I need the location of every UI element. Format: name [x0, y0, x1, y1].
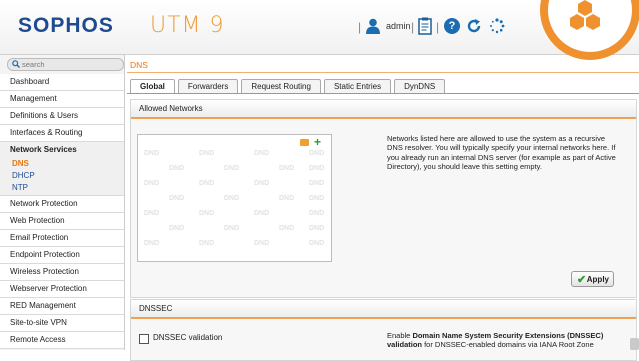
dnd-watermark: DND: [279, 165, 295, 172]
apply-button[interactable]: ✔ Apply: [571, 271, 614, 287]
dnssec-validation-checkbox[interactable]: [139, 334, 149, 344]
dnd-watermark: DND: [309, 150, 325, 157]
header-separator: |: [436, 20, 440, 34]
tab-forwarders[interactable]: Forwarders: [177, 79, 239, 93]
header-separator: |: [411, 20, 415, 34]
sidebar-item-wireless-protection[interactable]: Wireless Protection: [0, 264, 124, 281]
dnd-watermark: DND: [199, 240, 215, 247]
dnd-watermark: DND: [309, 180, 325, 187]
sidebar-subitem-ntp[interactable]: NTP: [0, 182, 124, 196]
sidebar-item-remote-access[interactable]: Remote Access: [0, 332, 124, 349]
dnd-watermark: DND: [144, 210, 160, 217]
dnd-watermark: DND: [144, 180, 160, 187]
dnd-watermark: DND: [224, 195, 240, 202]
sidebar-item-management[interactable]: Management: [0, 91, 124, 108]
tab-divider: [127, 93, 639, 94]
dnd-watermark: DND: [224, 165, 240, 172]
sidebar-item-network-protection[interactable]: Network Protection: [0, 196, 124, 213]
dnd-watermark: DND: [309, 210, 325, 217]
dnd-watermark: DND: [309, 225, 325, 232]
sidebar-subitem-dhcp[interactable]: DHCP: [0, 170, 124, 182]
tab-global[interactable]: Global: [130, 79, 175, 93]
apply-label: Apply: [586, 275, 609, 284]
sidebar-item-web-protection[interactable]: Web Protection: [0, 213, 124, 230]
tab-request-routing[interactable]: Request Routing: [241, 79, 321, 93]
dnssec-description-prefix: Enable: [387, 331, 413, 340]
dnd-watermark: DND: [279, 195, 295, 202]
dnd-watermark: DND: [169, 195, 185, 202]
top-header: SOPHOS UTM 9 | admin | | ?: [0, 0, 639, 60]
reload-icon[interactable]: [466, 18, 482, 34]
sidebar-item-network-services[interactable]: Network Services: [0, 142, 124, 158]
tab-dyndns[interactable]: DynDNS: [394, 79, 446, 93]
dnd-watermark: DND: [279, 225, 295, 232]
user-icon[interactable]: [366, 18, 380, 34]
dnssec-description: Enable Domain Name System Security Exten…: [387, 331, 619, 350]
page-title: DNS: [127, 58, 639, 73]
allowed-networks-help: Networks listed here are allowed to use …: [387, 134, 616, 172]
sidebar-item-email-protection[interactable]: Email Protection: [0, 230, 124, 247]
dnd-watermark: DND: [199, 180, 215, 187]
dnd-watermark: DND: [144, 150, 160, 157]
dnd-watermark: DND: [199, 210, 215, 217]
dnd-watermark: DND: [169, 225, 185, 232]
spinner-icon[interactable]: [489, 18, 505, 34]
dnd-watermark: DND: [254, 210, 270, 217]
sidebar-item-endpoint-protection[interactable]: Endpoint Protection: [0, 247, 124, 264]
sidebar-item-site-to-site-vpn[interactable]: Site-to-site VPN: [0, 315, 124, 332]
check-icon: ✔: [577, 274, 587, 286]
sophos-logo: SOPHOS: [18, 14, 114, 37]
dnd-watermark: DND: [199, 150, 215, 157]
tab-bar: Global Forwarders Request Routing Static…: [130, 79, 448, 93]
dnd-watermark: DND: [254, 180, 270, 187]
dnssec-validation-label: DNSSEC validation: [153, 333, 223, 342]
tab-static-entries[interactable]: Static Entries: [323, 79, 392, 93]
dnssec-description-suffix: for DNSSEC-enabled domains via IANA Root…: [422, 340, 594, 350]
username[interactable]: admin: [386, 21, 411, 31]
sidebar-item-dashboard[interactable]: Dashboard: [0, 74, 124, 91]
sidebar-nav: Dashboard Management Definitions & Users…: [0, 74, 124, 349]
allowed-networks-title: Allowed Networks: [131, 100, 636, 119]
main-content: DNS Global Forwarders Request Routing St…: [127, 55, 639, 361]
dnd-watermark: DND: [169, 165, 185, 172]
product-name: UTM 9: [150, 13, 225, 38]
dnd-watermark: DND: [224, 225, 240, 232]
sidebar-subitem-dns[interactable]: DNS: [0, 158, 124, 170]
dnssec-panel: DNSSEC DNSSEC validation Enable Domain N…: [130, 299, 637, 361]
sidebar-item-interfaces-routing[interactable]: Interfaces & Routing: [0, 125, 124, 142]
dnd-watermark: DND: [254, 150, 270, 157]
sidebar-item-webserver-protection[interactable]: Webserver Protection: [0, 281, 124, 298]
page-scrollbar[interactable]: [630, 338, 639, 350]
dnd-watermark: DND: [309, 195, 325, 202]
folder-icon[interactable]: [300, 139, 309, 146]
dnd-watermark: DND: [309, 165, 325, 172]
search-input[interactable]: search: [7, 58, 124, 71]
honeycomb-icon: [570, 0, 600, 30]
help-icon[interactable]: ?: [444, 18, 460, 34]
sidebar-item-red-management[interactable]: RED Management: [0, 298, 124, 315]
dnd-watermark: DND: [309, 240, 325, 247]
sidebar-item-definitions-users[interactable]: Definitions & Users: [0, 108, 124, 125]
sidebar: search Dashboard Management Definitions …: [0, 55, 125, 350]
search-placeholder: search: [22, 60, 45, 69]
search-icon: [12, 60, 20, 68]
allowed-networks-panel: Allowed Networks + DND DND DND DND DND DND DND…: [130, 99, 637, 298]
dnd-watermark: DND: [254, 240, 270, 247]
header-separator: |: [358, 20, 362, 34]
dnssec-title: DNSSEC: [131, 300, 636, 319]
clipboard-icon[interactable]: [418, 17, 432, 35]
dnd-watermark: DND: [144, 240, 160, 247]
allowed-networks-list[interactable]: + DND DND DND DND DND DND DND DND DND DND DND DND DN…: [137, 134, 332, 262]
add-icon[interactable]: +: [314, 135, 321, 149]
